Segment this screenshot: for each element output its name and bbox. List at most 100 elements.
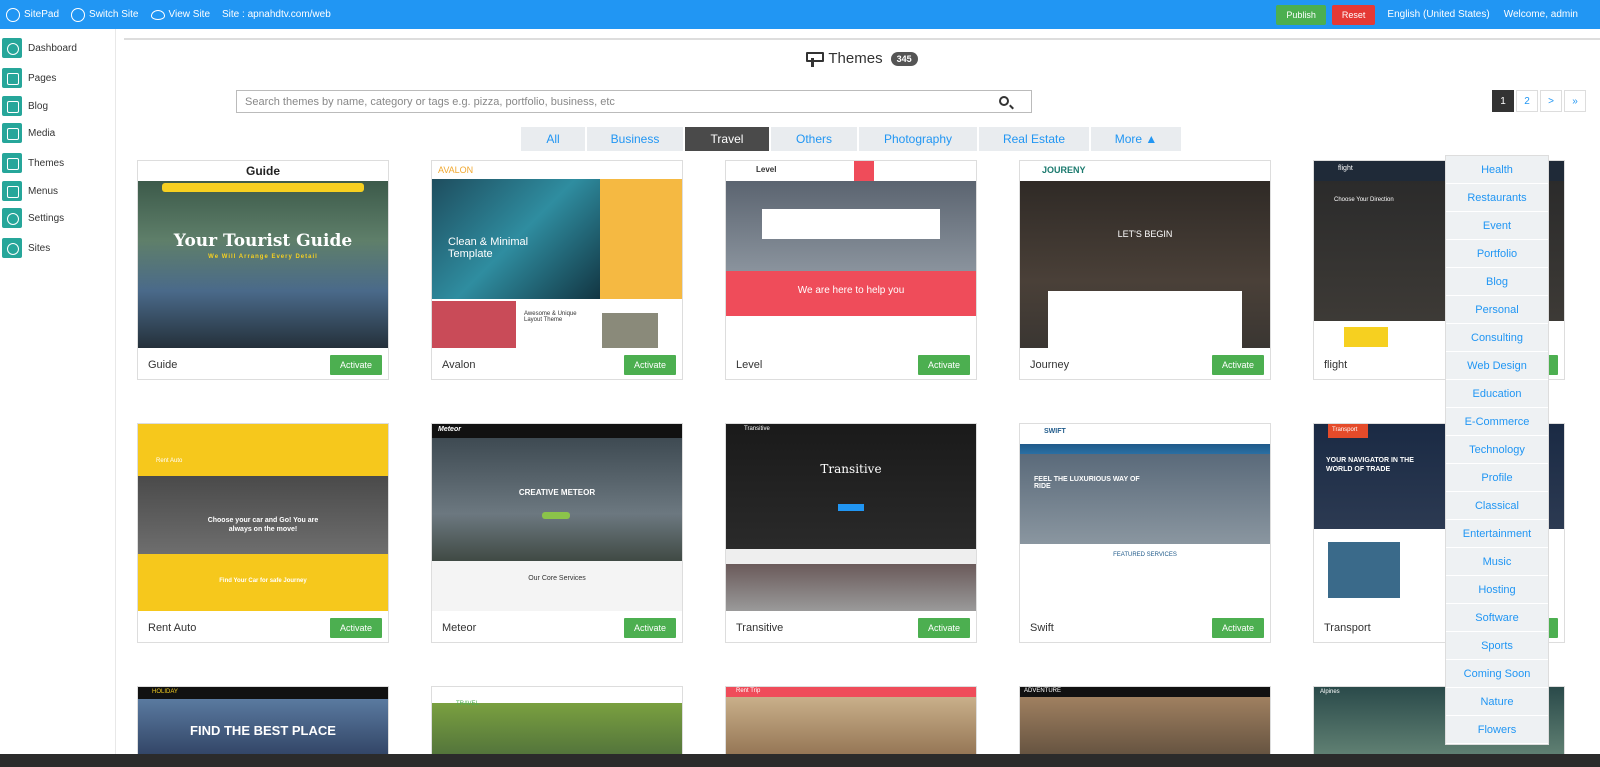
theme-thumbnail[interactable]: Level We are here to help you bbox=[726, 161, 976, 348]
page-next[interactable]: > bbox=[1540, 90, 1562, 112]
theme-thumbnail[interactable]: Meteor CREATIVE METEOR Our Core Services bbox=[432, 424, 682, 611]
page-2[interactable]: 2 bbox=[1516, 90, 1538, 112]
theme-name: Swift bbox=[1030, 621, 1054, 634]
tab-real-estate[interactable]: Real Estate bbox=[979, 127, 1089, 151]
switch-site-link[interactable]: Switch Site bbox=[71, 7, 139, 22]
theme-thumbnail[interactable]: JOURENY LET'S BEGIN bbox=[1020, 161, 1270, 348]
blog-icon bbox=[2, 96, 22, 116]
welcome-user[interactable]: Welcome, admin bbox=[1504, 9, 1578, 20]
menu-item-education[interactable]: Education bbox=[1446, 380, 1548, 408]
theme-accent-panel bbox=[600, 179, 682, 299]
theme-hero-text: CREATIVE METEOR bbox=[518, 488, 596, 497]
theme-name: Meteor bbox=[442, 621, 477, 634]
menu-item-technology[interactable]: Technology bbox=[1446, 436, 1548, 464]
sitepad-logo[interactable]: SitePad bbox=[6, 7, 60, 22]
menu-item-consulting[interactable]: Consulting bbox=[1446, 324, 1548, 352]
menu-item-nature[interactable]: Nature bbox=[1446, 688, 1548, 716]
menu-item-hosting[interactable]: Hosting bbox=[1446, 576, 1548, 604]
menu-item-sports[interactable]: Sports bbox=[1446, 632, 1548, 660]
search-input[interactable]: Search themes by name, category or tags … bbox=[236, 90, 1032, 113]
theme-name: Level bbox=[736, 358, 763, 371]
theme-thumbnail[interactable]: SWIFT FEEL THE LUXURIOUS WAY OF RIDE FEA… bbox=[1020, 424, 1270, 611]
menu-item-blog[interactable]: Blog bbox=[1446, 268, 1548, 296]
theme-hero-text: Clean & Minimal Template bbox=[448, 236, 529, 260]
sidebar-item-settings[interactable]: Settings bbox=[0, 207, 116, 229]
language-selector[interactable]: English (United States) bbox=[1387, 9, 1489, 20]
tab-all[interactable]: All bbox=[521, 127, 585, 151]
tab-business[interactable]: Business bbox=[587, 127, 683, 151]
menu-item-entertainment[interactable]: Entertainment bbox=[1446, 520, 1548, 548]
activate-button[interactable]: Activate bbox=[917, 354, 970, 375]
sidebar-item-label: Blog bbox=[28, 100, 49, 112]
page-title-text: Themes bbox=[828, 50, 883, 67]
menu-item-health[interactable]: Health bbox=[1446, 156, 1548, 184]
theme-card-footer: Swift Activate bbox=[1020, 612, 1270, 643]
sidebar-item-blog[interactable]: Blog bbox=[0, 95, 116, 117]
theme-card-guide[interactable]: Guide Your Tourist Guide We Will Arrange… bbox=[137, 160, 389, 380]
theme-image-block bbox=[1328, 542, 1400, 598]
theme-thumbnail[interactable]: AVALON Clean & Minimal Template Awesome … bbox=[432, 161, 682, 348]
sidebar-item-dashboard[interactable]: Dashboard bbox=[0, 37, 116, 59]
activate-button[interactable]: Activate bbox=[329, 617, 382, 638]
sitepad-icon bbox=[6, 7, 20, 22]
search-icon[interactable] bbox=[999, 96, 1009, 106]
theme-thumbnail[interactable]: Guide Your Tourist Guide We Will Arrange… bbox=[138, 161, 388, 348]
theme-logo: Meteor bbox=[438, 426, 461, 433]
sidebar-item-media[interactable]: Media bbox=[0, 122, 116, 144]
theme-cta bbox=[542, 512, 570, 519]
menu-item-classical[interactable]: Classical bbox=[1446, 492, 1548, 520]
theme-card-rent-auto[interactable]: Rent Auto Choose your car and Go! You ar… bbox=[137, 423, 389, 643]
activate-button[interactable]: Activate bbox=[1211, 354, 1264, 375]
sidebar-item-themes[interactable]: Themes bbox=[0, 152, 116, 174]
brand-label: SitePad bbox=[24, 9, 60, 20]
theme-name: Transitive bbox=[736, 621, 784, 634]
theme-card-swift[interactable]: SWIFT FEEL THE LUXURIOUS WAY OF RIDE FEA… bbox=[1019, 423, 1271, 643]
theme-card-avalon[interactable]: AVALON Clean & Minimal Template Awesome … bbox=[431, 160, 683, 380]
menu-item-music[interactable]: Music bbox=[1446, 548, 1548, 576]
menu-item-personal[interactable]: Personal bbox=[1446, 296, 1548, 324]
activate-button[interactable]: Activate bbox=[329, 354, 382, 375]
theme-card-footer: Meteor Activate bbox=[432, 612, 682, 643]
activate-button[interactable]: Activate bbox=[917, 617, 970, 638]
menu-item-profile[interactable]: Profile bbox=[1446, 464, 1548, 492]
reset-button[interactable]: Reset bbox=[1331, 4, 1376, 25]
tab-more[interactable]: More ▲ bbox=[1091, 127, 1181, 151]
theme-card-transitive[interactable]: Transitive Transitive Transitive Activate bbox=[725, 423, 977, 643]
sidebar-item-label: Themes bbox=[28, 157, 65, 169]
menu-item-e-commerce[interactable]: E-Commerce bbox=[1446, 408, 1548, 436]
sidebar-item-menus[interactable]: Menus bbox=[0, 180, 116, 202]
activate-button[interactable]: Activate bbox=[623, 354, 676, 375]
menu-item-flowers[interactable]: Flowers bbox=[1446, 716, 1548, 744]
menu-item-coming-soon[interactable]: Coming Soon bbox=[1446, 660, 1548, 688]
page-last[interactable]: » bbox=[1564, 90, 1586, 112]
sidebar-item-pages[interactable]: Pages bbox=[0, 67, 116, 89]
theme-card-footer: Avalon Activate bbox=[432, 349, 682, 380]
menu-item-web-design[interactable]: Web Design bbox=[1446, 352, 1548, 380]
theme-card-level[interactable]: Level We are here to help you Level Activ… bbox=[725, 160, 977, 380]
theme-logo: Guide bbox=[245, 164, 280, 178]
menu-item-portfolio[interactable]: Portfolio bbox=[1446, 240, 1548, 268]
theme-card-meteor[interactable]: Meteor CREATIVE METEOR Our Core Services… bbox=[431, 423, 683, 643]
activate-button[interactable]: Activate bbox=[1211, 617, 1264, 638]
menu-item-restaurants[interactable]: Restaurants bbox=[1446, 184, 1548, 212]
publish-button[interactable]: Publish bbox=[1276, 4, 1326, 25]
theme-hero-text: FEEL THE LUXURIOUS WAY OF RIDE bbox=[1034, 476, 1140, 490]
sidebar-item-label: Pages bbox=[28, 72, 57, 84]
theme-logo: JOURENY bbox=[1042, 165, 1086, 175]
theme-hero-text: LET'S BEGIN bbox=[1117, 229, 1173, 239]
menu-item-event[interactable]: Event bbox=[1446, 212, 1548, 240]
view-site-link[interactable]: View Site bbox=[150, 9, 210, 20]
page-1[interactable]: 1 bbox=[1492, 90, 1514, 112]
activate-button[interactable]: Activate bbox=[623, 617, 676, 638]
theme-logo: flight bbox=[1338, 165, 1353, 172]
theme-thumbnail[interactable]: Rent Auto Choose your car and Go! You ar… bbox=[138, 424, 388, 611]
search-placeholder: Search themes by name, category or tags … bbox=[245, 95, 615, 108]
tab-others[interactable]: Others bbox=[771, 127, 857, 151]
theme-logo: Rent Trip bbox=[736, 688, 761, 694]
tab-travel[interactable]: Travel bbox=[685, 127, 769, 151]
tab-photography[interactable]: Photography bbox=[859, 127, 977, 151]
theme-card-journey[interactable]: JOURENY LET'S BEGIN Journey Activate bbox=[1019, 160, 1271, 380]
theme-thumbnail[interactable]: Transitive Transitive bbox=[726, 424, 976, 611]
menu-item-software[interactable]: Software bbox=[1446, 604, 1548, 632]
sidebar-item-sites[interactable]: Sites bbox=[0, 237, 116, 259]
